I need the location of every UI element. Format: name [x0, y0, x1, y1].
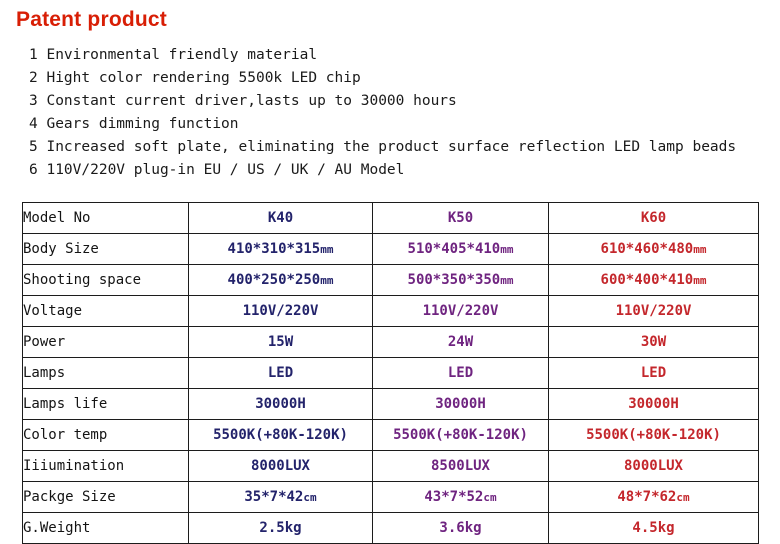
cell-k50: 500*350*350mm	[372, 264, 549, 296]
cell-k40: K40	[188, 202, 373, 234]
row-label: Lamps life	[22, 388, 189, 420]
cell-k60: LED	[548, 357, 759, 389]
unit-suffix: mm	[320, 243, 334, 256]
table-row: Packge Size 35*7*42cm 43*7*52cm 48*7*62c…	[22, 481, 759, 513]
table-row: Power 15W 24W 30W	[22, 326, 759, 358]
unit-suffix: mm	[500, 274, 514, 287]
row-label: Color temp	[22, 419, 189, 451]
feature-item: 1 Environmental friendly material	[29, 47, 318, 63]
unit-suffix: mm	[693, 274, 707, 287]
feature-item: 3 Constant current driver,lasts up to 30…	[29, 93, 457, 109]
table-row: Lamps LED LED LED	[22, 357, 759, 389]
feature-item: 6 110V/220V plug-in EU / US / UK / AU Mo…	[29, 162, 405, 178]
cell-k60: 8000LUX	[548, 450, 759, 482]
specification-table: Model No K40 K50 K60 Body Size 410*310*3…	[22, 202, 759, 544]
product-spec-page: Patent product 1 Environmental friendly …	[0, 0, 780, 544]
feature-item: 2 Hight color rendering 5500k LED chip	[29, 70, 361, 86]
feature-item: 5 Increased soft plate, eliminating the …	[29, 139, 737, 155]
unit-suffix: mm	[500, 243, 514, 256]
cell-k50: 510*405*410mm	[372, 233, 549, 265]
table-row: Color temp 5500K(+80K-120K) 5500K(+80K-1…	[22, 419, 759, 451]
row-label: Iiiumination	[22, 450, 189, 482]
spec-table-body: Model No K40 K50 K60 Body Size 410*310*3…	[22, 202, 759, 544]
row-label: Shooting space	[22, 264, 189, 296]
cell-k50: 5500K(+80K-120K)	[372, 419, 549, 451]
cell-k50: 43*7*52cm	[372, 481, 549, 513]
cell-k60: 48*7*62cm	[548, 481, 759, 513]
cell-k60: 5500K(+80K-120K)	[548, 419, 759, 451]
cell-k40: 110V/220V	[188, 295, 373, 327]
cell-k60: 610*460*480mm	[548, 233, 759, 265]
cell-k40: 8000LUX	[188, 450, 373, 482]
cell-k50: 24W	[372, 326, 549, 358]
cell-k50: K50	[372, 202, 549, 234]
cell-k40: 410*310*315mm	[188, 233, 373, 265]
cell-k40: 15W	[188, 326, 373, 358]
cell-k50: 30000H	[372, 388, 549, 420]
cell-k50: 8500LUX	[372, 450, 549, 482]
cell-k40: 30000H	[188, 388, 373, 420]
cell-k50: 3.6kg	[372, 512, 549, 544]
cell-k40: 2.5kg	[188, 512, 373, 544]
table-row: G.Weight 2.5kg 3.6kg 4.5kg	[22, 512, 759, 544]
row-label: Power	[22, 326, 189, 358]
unit-suffix: cm	[676, 491, 690, 504]
feature-list: 1 Environmental friendly material 2 High…	[29, 44, 769, 182]
cell-k60: 600*400*410mm	[548, 264, 759, 296]
table-row: Model No K40 K50 K60	[22, 202, 759, 234]
row-label: G.Weight	[22, 512, 189, 544]
table-row: Body Size 410*310*315mm 510*405*410mm 61…	[22, 233, 759, 265]
cell-k40: 400*250*250mm	[188, 264, 373, 296]
cell-k50: LED	[372, 357, 549, 389]
page-title: Patent product	[16, 8, 167, 31]
feature-item: 4 Gears dimming function	[29, 116, 239, 132]
unit-suffix: cm	[303, 491, 317, 504]
cell-k40: 35*7*42cm	[188, 481, 373, 513]
row-label: Packge Size	[22, 481, 189, 513]
cell-k60: 30W	[548, 326, 759, 358]
cell-k40: 5500K(+80K-120K)	[188, 419, 373, 451]
unit-suffix: cm	[483, 491, 497, 504]
table-row: Shooting space 400*250*250mm 500*350*350…	[22, 264, 759, 296]
cell-k60: 4.5kg	[548, 512, 759, 544]
unit-suffix: mm	[320, 274, 334, 287]
table-row: Lamps life 30000H 30000H 30000H	[22, 388, 759, 420]
row-label: Model No	[22, 202, 189, 234]
cell-k40: LED	[188, 357, 373, 389]
cell-k60: K60	[548, 202, 759, 234]
cell-k60: 30000H	[548, 388, 759, 420]
table-row: Iiiumination 8000LUX 8500LUX 8000LUX	[22, 450, 759, 482]
unit-suffix: mm	[693, 243, 707, 256]
row-label: Lamps	[22, 357, 189, 389]
table-row: Voltage 110V/220V 110V/220V 110V/220V	[22, 295, 759, 327]
row-label: Body Size	[22, 233, 189, 265]
row-label: Voltage	[22, 295, 189, 327]
cell-k60: 110V/220V	[548, 295, 759, 327]
cell-k50: 110V/220V	[372, 295, 549, 327]
